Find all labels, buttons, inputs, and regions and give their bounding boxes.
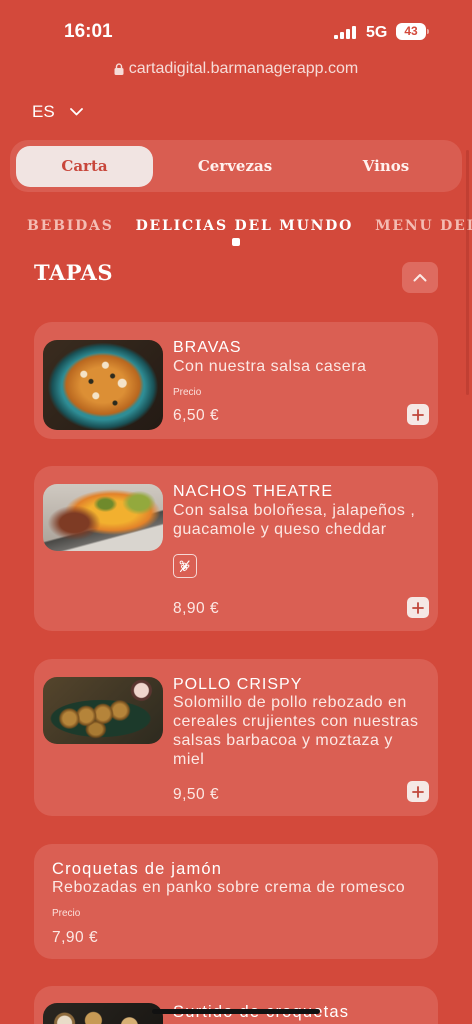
plus-icon [412, 785, 424, 798]
item-description: Rebozadas en panko sobre crema de romesc… [52, 878, 405, 897]
battery-nub [427, 29, 429, 34]
network-type: 5G [366, 24, 388, 41]
active-category-indicator [232, 238, 240, 246]
item-name: Croquetas de jamón [52, 860, 223, 878]
status-time: 16:01 [64, 21, 113, 42]
item-description-line: Solomillo de pollo rebozado en [173, 694, 407, 711]
item-price: 6,50 € [173, 407, 220, 424]
item-description-line: Rebozadas en panko sobre crema de romesc… [52, 879, 406, 896]
url-text: cartadigital.barmanagerapp.com [128, 60, 359, 77]
pollo-crispy-photo [43, 677, 163, 744]
chevron-up-icon [413, 274, 427, 282]
item-description-line: Con salsa boloñesa, jalapeños , [173, 502, 416, 519]
menu-item-card[interactable]: Surtido de croquetas [34, 986, 438, 1024]
item-description: Solomillo de pollo rebozado en cereales … [173, 693, 418, 769]
lock-icon [114, 63, 124, 75]
menu-item-card[interactable]: NACHOS THEATRE Con salsa boloñesa, jalap… [34, 466, 438, 631]
category-list: BEBIDAS DELICIAS DEL MUNDO MENU DEL D [27, 215, 472, 237]
bravas-photo [43, 340, 163, 430]
chevron-down-icon [69, 108, 83, 116]
item-name: BRAVAS [173, 339, 242, 356]
plus-icon [412, 601, 424, 614]
add-item-button[interactable] [407, 404, 429, 425]
add-item-button[interactable] [407, 597, 429, 618]
language-selector[interactable]: ES [32, 101, 83, 123]
item-description: Con nuestra salsa casera [173, 357, 366, 376]
tab-carta[interactable]: Carta [16, 146, 153, 187]
menu-item-card[interactable]: BRAVAS Con nuestra salsa casera Precio 6… [34, 322, 438, 439]
item-description-line: miel [173, 751, 205, 768]
gluten-icon [173, 554, 197, 578]
cellular-signal-icon [334, 26, 358, 39]
collapse-section-button[interactable] [402, 262, 438, 293]
language-value: ES [32, 102, 55, 121]
battery-icon: 43 [396, 23, 426, 40]
category-scroller[interactable]: BEBIDAS DELICIAS DEL MUNDO MENU DEL D [27, 215, 472, 237]
item-price: 7,90 € [52, 929, 99, 946]
category-delicias-del-mundo[interactable]: DELICIAS DEL MUNDO [136, 215, 354, 237]
battery-level: 43 [404, 24, 418, 38]
tab-cervezas[interactable]: Cervezas [166, 146, 304, 187]
menu-item-card[interactable]: POLLO CRISPY Solomillo de pollo rebozado… [34, 659, 438, 816]
category-bebidas[interactable]: BEBIDAS [27, 215, 114, 237]
item-description: Con salsa boloñesa, jalapeños , guacamol… [173, 501, 415, 539]
item-price: 9,50 € [173, 786, 220, 803]
item-name: POLLO CRISPY [173, 676, 303, 693]
price-label: Precio [52, 908, 81, 919]
item-description-line: salsas barbacoa y moztaza y [173, 732, 393, 749]
category-menu-del-dia[interactable]: MENU DEL D [375, 215, 472, 237]
nachos-photo [43, 484, 163, 551]
item-price: 8,90 € [173, 600, 220, 617]
item-name: NACHOS THEATRE [173, 483, 334, 500]
menu-page: 16:01 5G 43 cartadigital.barmanagerapp.c… [0, 0, 472, 1024]
page-scrollbar[interactable] [466, 150, 469, 395]
item-description-line: guacamole y queso cheddar [173, 521, 387, 538]
home-indicator[interactable] [152, 1009, 320, 1014]
plus-icon [412, 408, 424, 421]
section-title: TAPAS [34, 260, 113, 285]
croquetas-photo [43, 1003, 163, 1024]
menu-item-card[interactable]: Croquetas de jamón Rebozadas en panko so… [34, 844, 438, 959]
item-description-line: Con nuestra salsa casera [173, 358, 367, 375]
price-label: Precio [173, 387, 202, 398]
add-item-button[interactable] [407, 781, 429, 802]
tab-vinos[interactable]: Vinos [317, 146, 455, 187]
item-description-line: cereales crujientes con nuestras [173, 713, 419, 730]
menu-tabs: Carta Cervezas Vinos [10, 140, 462, 192]
address-bar[interactable]: cartadigital.barmanagerapp.com [0, 58, 472, 80]
